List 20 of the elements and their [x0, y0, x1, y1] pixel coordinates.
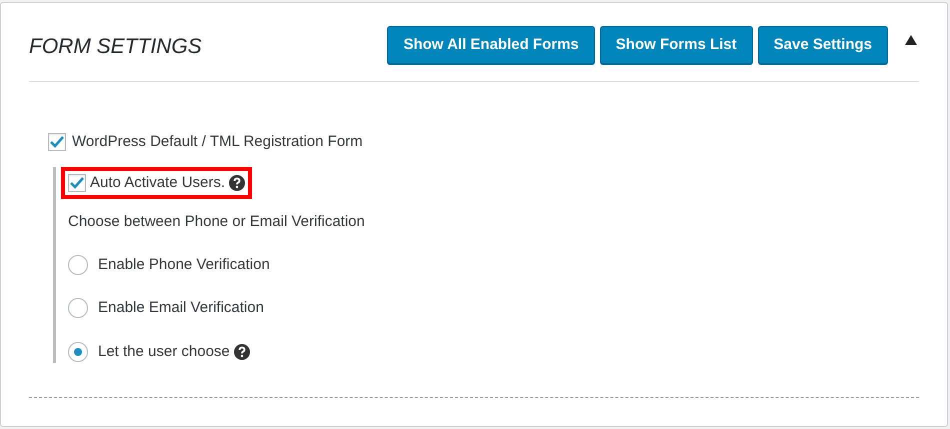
radio-label: Enable Phone Verification	[98, 254, 270, 274]
up-triangle-icon	[905, 35, 917, 45]
radio-button[interactable]	[68, 298, 88, 318]
radio-label: Enable Email Verification	[98, 298, 264, 318]
checkbox[interactable]	[68, 174, 86, 192]
verification-prompt: Choose between Phone or Email Verification	[68, 212, 366, 232]
checkmark-icon	[70, 176, 84, 189]
checkmark-icon	[50, 136, 64, 148]
section-title: FORM SETTINGS	[29, 34, 202, 60]
action-button[interactable]: Show Forms List	[600, 26, 753, 64]
checkbox-label: Auto Activate Users.	[90, 172, 226, 192]
checkbox[interactable]	[48, 133, 66, 152]
radio-button[interactable]	[68, 342, 88, 362]
help-icon[interactable]	[229, 174, 246, 191]
radio-button[interactable]	[68, 254, 88, 275]
action-button[interactable]: Show All Enabled Forms	[387, 26, 595, 64]
checkbox-label: WordPress Default / TML Registration Form	[72, 132, 363, 152]
radio-label: Let the user choose	[98, 342, 230, 362]
help-icon[interactable]	[234, 344, 250, 360]
action-button[interactable]: Save Settings	[758, 26, 888, 64]
